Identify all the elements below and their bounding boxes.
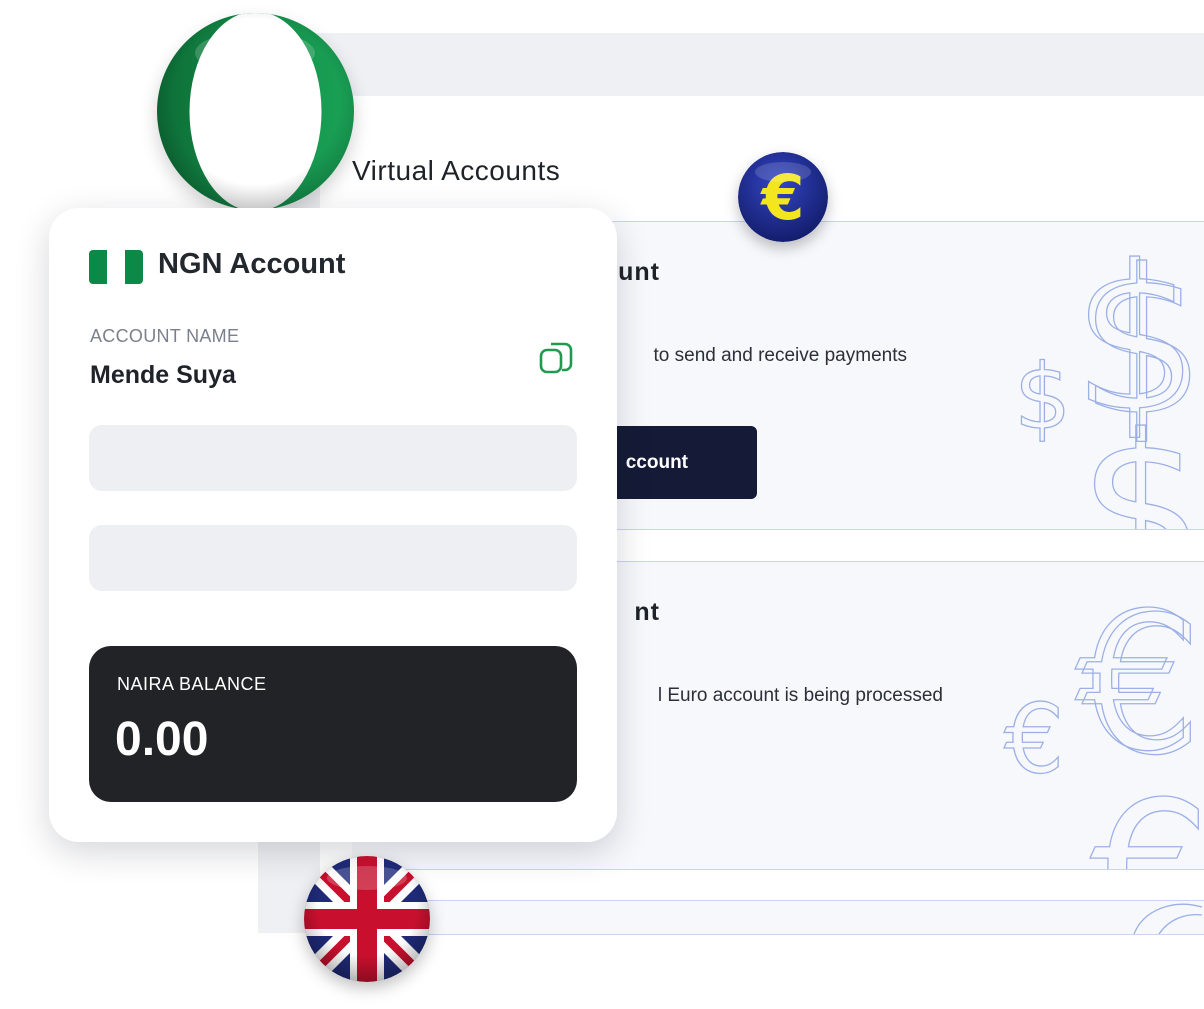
- svg-text:€: €: [1075, 572, 1196, 793]
- svg-text:$: $: [1078, 392, 1204, 529]
- dollar-sign-icon: $ $ $ $: [1013, 222, 1204, 529]
- pound-sign-icon: [1133, 903, 1203, 934]
- copy-icon[interactable]: [537, 338, 577, 378]
- nigeria-flag-icon: [157, 13, 354, 210]
- balance-value: 0.00: [115, 713, 209, 766]
- gbp-account-card: [352, 900, 1204, 935]
- account-name-value: Mende Suya: [90, 361, 236, 389]
- naira-balance-panel: NAIRA BALANCE 0.00: [89, 646, 577, 802]
- svg-text:€: €: [1090, 761, 1204, 869]
- euro-coin-icon: €: [738, 152, 828, 242]
- svg-text:€: €: [1004, 685, 1064, 795]
- ngn-account-card: NGN Account ACCOUNT NAME Mende Suya NAIR…: [49, 208, 617, 842]
- account-name-label: ACCOUNT NAME: [90, 326, 240, 346]
- uk-flag-icon: [304, 856, 430, 982]
- bank-name-field: [89, 525, 577, 591]
- ngn-card-title: NGN Account: [158, 248, 346, 280]
- account-number-field: [89, 425, 577, 491]
- svg-text:$: $: [1014, 345, 1071, 450]
- euro-sign-icon: € € € €: [1003, 571, 1204, 869]
- nigeria-mini-flag-icon: [89, 250, 143, 284]
- page-title: Virtual Accounts: [352, 155, 561, 186]
- balance-label: NAIRA BALANCE: [117, 674, 267, 694]
